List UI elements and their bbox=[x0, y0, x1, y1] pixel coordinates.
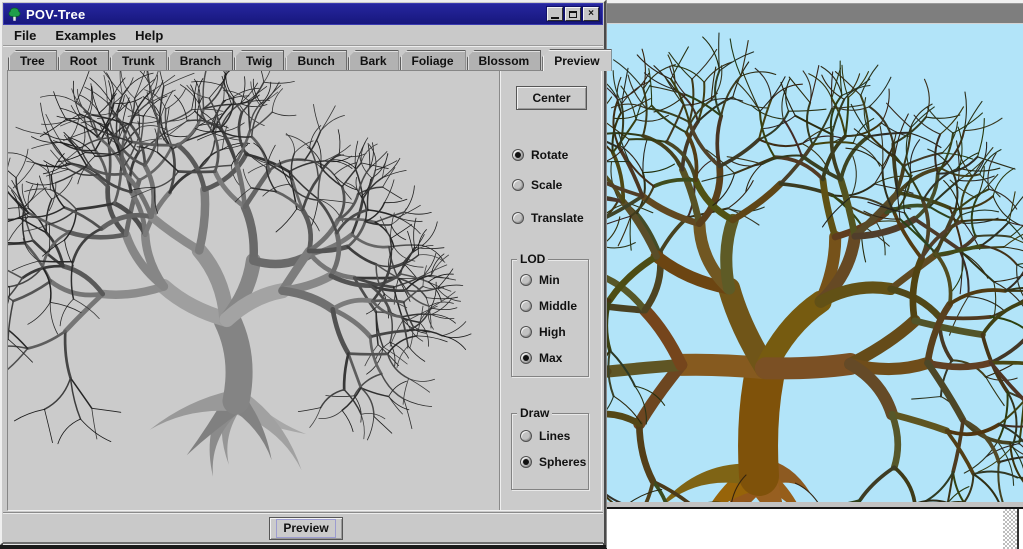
tab-tree[interactable]: Tree bbox=[8, 50, 57, 71]
radio-rotate-icon bbox=[512, 149, 524, 161]
radio-scale-icon bbox=[512, 179, 524, 191]
preview-button[interactable]: Preview bbox=[269, 517, 343, 540]
radio-scale-label: Scale bbox=[531, 178, 562, 192]
radio-lines[interactable]: Lines bbox=[520, 429, 570, 443]
window-title: POV-Tree bbox=[26, 7, 545, 22]
radio-lines-icon bbox=[520, 430, 532, 442]
tab-bark[interactable]: Bark bbox=[348, 50, 399, 71]
radio-scale[interactable]: Scale bbox=[512, 178, 562, 192]
footer-bar: Preview bbox=[3, 512, 603, 543]
title-bar[interactable]: POV-Tree × bbox=[3, 3, 603, 25]
radio-lines-label: Lines bbox=[539, 429, 570, 443]
tab-root[interactable]: Root bbox=[58, 50, 109, 71]
radio-high-label: High bbox=[539, 325, 566, 339]
tab-strip: TreeRootTrunkBranchTwigBunchBarkFoliageB… bbox=[8, 49, 596, 71]
radio-min-icon bbox=[520, 274, 532, 286]
radio-high-icon bbox=[520, 326, 532, 338]
radio-max-label: Max bbox=[539, 351, 562, 365]
radio-middle[interactable]: Middle bbox=[520, 299, 577, 313]
window-bottom-edge bbox=[3, 542, 603, 544]
tab-trunk[interactable]: Trunk bbox=[110, 50, 167, 71]
radio-max[interactable]: Max bbox=[520, 351, 562, 365]
close-button[interactable]: × bbox=[583, 7, 599, 21]
render-viewer-window bbox=[606, 0, 1023, 548]
tab-foliage[interactable]: Foliage bbox=[400, 50, 466, 71]
pov-tree-window: POV-Tree × File Examples Help TreeRootTrun… bbox=[0, 0, 606, 545]
radio-translate-label: Translate bbox=[531, 211, 584, 225]
viewer-image-bottom-edge bbox=[607, 502, 1023, 509]
maximize-icon bbox=[569, 11, 577, 18]
radio-spheres-icon bbox=[520, 456, 532, 468]
close-icon: × bbox=[588, 9, 594, 19]
menu-item-examples[interactable]: Examples bbox=[55, 28, 116, 43]
tab-branch[interactable]: Branch bbox=[168, 50, 233, 71]
center-button[interactable]: Center bbox=[516, 86, 587, 110]
lod-group-label: LOD bbox=[517, 252, 548, 266]
viewer-title-bar[interactable] bbox=[607, 4, 1023, 24]
lod-group-box: LOD MinMiddleHighMax bbox=[511, 259, 589, 377]
radio-rotate[interactable]: Rotate bbox=[512, 148, 568, 162]
radio-high[interactable]: High bbox=[520, 325, 566, 339]
radio-max-icon bbox=[520, 352, 532, 364]
grayscale-tree-preview bbox=[8, 71, 497, 510]
radio-middle-label: Middle bbox=[539, 299, 577, 313]
tab-blossom[interactable]: Blossom bbox=[467, 50, 542, 71]
radio-spheres-label: Spheres bbox=[539, 455, 586, 469]
tab-twig[interactable]: Twig bbox=[234, 50, 284, 71]
radio-rotate-label: Rotate bbox=[531, 148, 568, 162]
tree-icon bbox=[7, 7, 22, 22]
minimize-button[interactable] bbox=[547, 7, 563, 21]
preview-button-label: Preview bbox=[276, 519, 335, 537]
draw-group-box: Draw LinesSpheres bbox=[511, 413, 589, 490]
tab-preview[interactable]: Preview bbox=[542, 49, 611, 71]
preview-tab-content: Center Rotate Scale Translate LOD Min Middl… bbox=[7, 70, 602, 511]
preview-control-panel: Center Rotate Scale Translate LOD Min Middl… bbox=[499, 71, 601, 510]
tab-bunch[interactable]: Bunch bbox=[285, 50, 346, 71]
radio-middle-icon bbox=[520, 300, 532, 312]
rendered-tree bbox=[607, 24, 1023, 502]
draw-group-label: Draw bbox=[517, 406, 552, 420]
rendered-tree-image bbox=[607, 24, 1023, 502]
radio-spheres[interactable]: Spheres bbox=[520, 455, 586, 469]
vertical-scrollbar[interactable] bbox=[1003, 509, 1019, 549]
radio-min[interactable]: Min bbox=[520, 273, 560, 287]
viewer-bottom-area bbox=[607, 509, 1023, 549]
menu-item-help[interactable]: Help bbox=[135, 28, 163, 43]
radio-translate-icon bbox=[512, 212, 524, 224]
radio-min-label: Min bbox=[539, 273, 560, 287]
minimize-icon bbox=[551, 17, 559, 19]
radio-translate[interactable]: Translate bbox=[512, 211, 584, 225]
tree-preview-canvas[interactable] bbox=[8, 71, 499, 510]
menu-bar: File Examples Help bbox=[3, 25, 603, 46]
menu-item-file[interactable]: File bbox=[14, 28, 36, 43]
maximize-button[interactable] bbox=[565, 7, 581, 21]
